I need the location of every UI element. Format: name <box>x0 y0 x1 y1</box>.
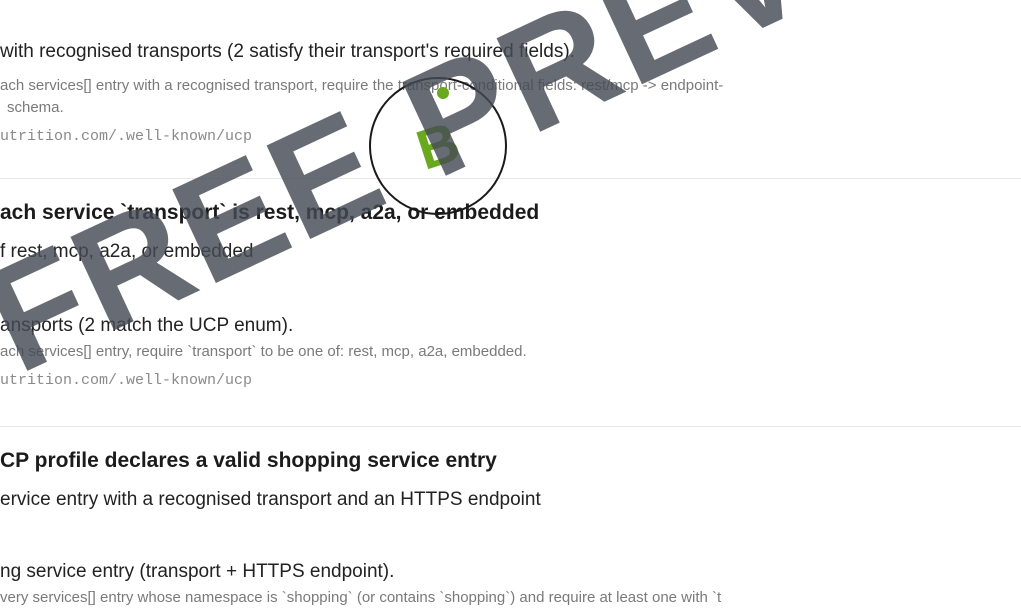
check-detail-continued: schema. <box>7 99 64 116</box>
check-summary: ansports (2 match the UCP enum). <box>0 315 294 336</box>
check-title: CP profile declares a valid shopping ser… <box>0 449 497 472</box>
check-detail: very services[] entry whose namespace is… <box>0 589 722 606</box>
check-url[interactable]: utrition.com/.well-known/ucp <box>0 372 252 389</box>
check-url[interactable]: utrition.com/.well-known/ucp <box>0 128 252 145</box>
check-subtitle: f rest, mcp, a2a, or embedded <box>0 241 254 262</box>
grade-letter: B <box>409 109 467 182</box>
divider <box>0 178 1021 179</box>
check-summary: with recognised transports (2 satisfy th… <box>0 41 575 62</box>
check-detail: ach services[] entry, require `transport… <box>0 343 527 360</box>
check-detail: ach services[] entry with a recognised t… <box>0 77 724 94</box>
grade-badge: B <box>369 77 507 215</box>
check-subtitle: ervice entry with a recognised transport… <box>0 489 541 510</box>
check-summary: ng service entry (transport + HTTPS endp… <box>0 561 395 582</box>
divider <box>0 426 1021 427</box>
badge-dot-icon <box>437 87 449 99</box>
